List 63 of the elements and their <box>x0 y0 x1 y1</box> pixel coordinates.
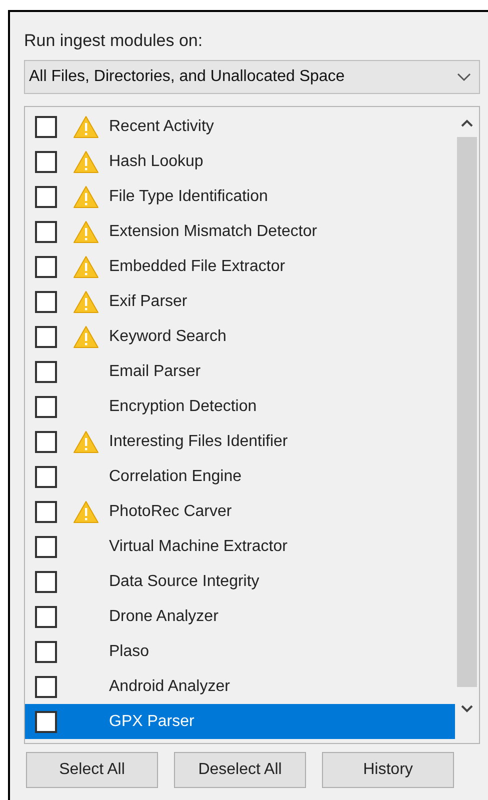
checkbox[interactable] <box>35 326 57 348</box>
chevron-down-icon <box>457 72 471 82</box>
module-name: PhotoRec Carver <box>109 502 232 522</box>
scope-dropdown[interactable]: All Files, Directories, and Unallocated Space <box>24 60 480 94</box>
module-name: Plaso <box>109 642 150 662</box>
list-row[interactable]: Keyword Search <box>25 319 455 354</box>
checkbox[interactable] <box>35 466 57 488</box>
list-row[interactable]: GPX Parser <box>25 704 455 739</box>
list-row[interactable]: Android Analyzer <box>25 669 455 704</box>
checkbox[interactable] <box>35 430 57 452</box>
list-row[interactable]: Drone Analyzer <box>25 599 455 634</box>
module-name: Android Analyzer <box>109 676 230 696</box>
checkbox[interactable] <box>35 676 57 698</box>
list-row[interactable]: File Type Identification <box>25 179 455 214</box>
list-row[interactable]: Exif Parser <box>25 284 455 319</box>
checkbox[interactable] <box>35 220 57 242</box>
list-row[interactable]: Hash Lookup <box>25 144 455 179</box>
checkbox[interactable] <box>35 360 57 382</box>
list-row[interactable]: Data Source Integrity <box>25 564 455 599</box>
module-name: Extension Mismatch Detector <box>109 222 318 242</box>
chevron-down-icon <box>461 705 473 713</box>
checkbox[interactable] <box>35 606 57 628</box>
module-name: Correlation Engine <box>109 466 242 486</box>
scrollbar-thumb[interactable] <box>457 137 477 687</box>
section-label: Run ingest modules on: <box>24 30 203 50</box>
module-name: Keyword Search <box>109 326 226 346</box>
checkbox[interactable] <box>35 570 57 592</box>
list-row[interactable]: Email Parser <box>25 354 455 389</box>
checkbox[interactable] <box>35 536 57 558</box>
list-row[interactable]: Plaso <box>25 634 455 669</box>
list-row[interactable]: Interesting Files Identifier <box>25 424 455 459</box>
module-name: Encryption Detection <box>109 396 257 416</box>
checkbox[interactable] <box>35 640 57 662</box>
list-row[interactable]: Recent Activity <box>25 109 455 144</box>
list-row[interactable]: Extension Mismatch Detector <box>25 214 455 249</box>
module-name: Embedded File Extractor <box>109 256 286 276</box>
list-row[interactable]: Virtual Machine Extractor <box>25 529 455 564</box>
module-name: Hash Lookup <box>109 152 204 172</box>
checkbox[interactable] <box>35 500 57 522</box>
list-row[interactable]: Encryption Detection <box>25 389 455 424</box>
module-name: Exif Parser <box>109 292 188 312</box>
chevron-up-icon <box>461 119 473 127</box>
checkbox[interactable] <box>35 186 57 208</box>
list-row[interactable]: Correlation Engine <box>25 459 455 494</box>
checkbox[interactable] <box>35 256 57 278</box>
module-name: GPX Parser <box>109 712 194 732</box>
checkbox[interactable] <box>35 396 57 418</box>
checkbox[interactable] <box>35 116 57 138</box>
action-button[interactable]: Select All <box>26 752 158 788</box>
module-name: Drone Analyzer <box>109 606 218 626</box>
list-row[interactable]: PhotoRec Carver <box>25 494 455 529</box>
checkbox[interactable] <box>35 710 57 732</box>
list-row[interactable]: Embedded File Extractor <box>25 249 455 284</box>
module-name: Recent Activity <box>109 116 214 136</box>
module-name: Interesting Files Identifier <box>109 432 288 452</box>
checkbox[interactable] <box>35 150 57 172</box>
module-name: File Type Identification <box>109 186 268 206</box>
module-name: Data Source Integrity <box>109 572 260 592</box>
module-name: Virtual Machine Extractor <box>109 536 288 556</box>
action-button[interactable]: Deselect All <box>174 752 306 788</box>
module-name: Email Parser <box>109 362 201 382</box>
checkbox[interactable] <box>35 290 57 312</box>
action-button[interactable]: History <box>322 752 454 788</box>
